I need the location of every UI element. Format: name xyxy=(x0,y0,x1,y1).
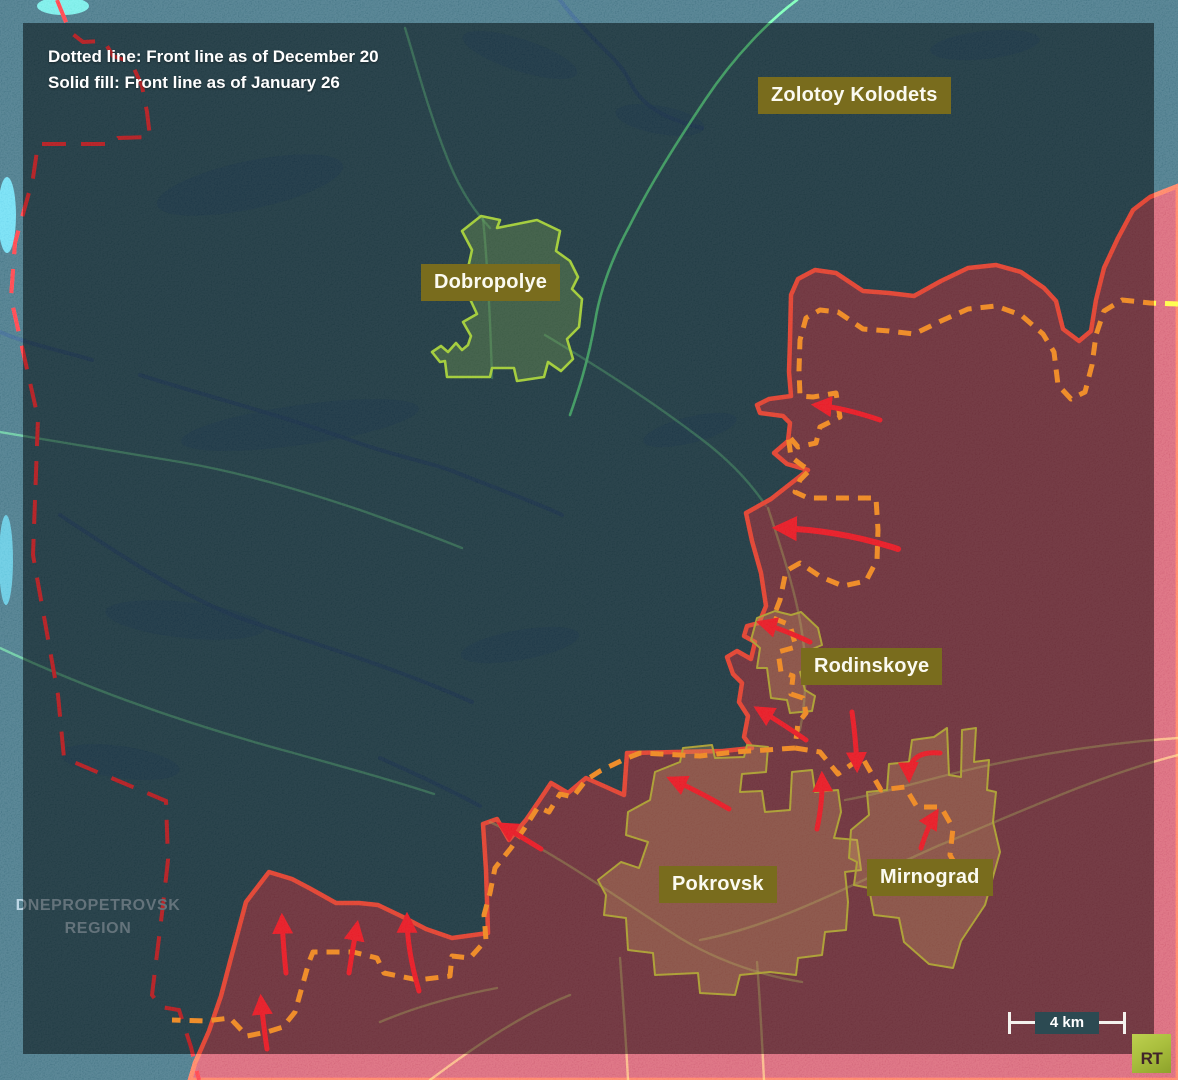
frame-band-bottom xyxy=(0,1054,1178,1080)
rt-logo: RT xyxy=(1132,1034,1171,1073)
scale-bar-tick-left xyxy=(1008,1012,1011,1034)
place-label-zolotoy-kolodets: Zolotoy Kolodets xyxy=(758,77,951,114)
region-label: DNEPROPETROVSK REGION xyxy=(12,894,184,940)
place-label-dobropolye: Dobropolye xyxy=(421,264,560,301)
legend-line-dotted: Dotted line: Front line as of December 2… xyxy=(48,44,379,70)
place-label-rodinskoye: Rodinskoye xyxy=(801,648,942,685)
legend: Dotted line: Front line as of December 2… xyxy=(48,44,379,96)
scale-bar-tick-right xyxy=(1123,1012,1126,1034)
scale-bar-label: 4 km xyxy=(1035,1012,1099,1034)
rt-logo-text: RT xyxy=(1141,1049,1163,1069)
scale-bar: 4 km xyxy=(1008,1011,1126,1035)
place-label-pokrovsk: Pokrovsk xyxy=(659,866,777,903)
frame-band-right xyxy=(1154,23,1178,1054)
legend-line-solid: Solid fill: Front line as of January 26 xyxy=(48,70,379,96)
region-label-line2: REGION xyxy=(12,917,184,940)
place-label-mirnograd: Mirnograd xyxy=(867,859,993,896)
frame-band-top xyxy=(0,0,1178,23)
region-label-line1: DNEPROPETROVSK xyxy=(12,894,184,917)
frame-band-left xyxy=(0,23,23,1054)
war-map: Dotted line: Front line as of December 2… xyxy=(0,0,1178,1080)
